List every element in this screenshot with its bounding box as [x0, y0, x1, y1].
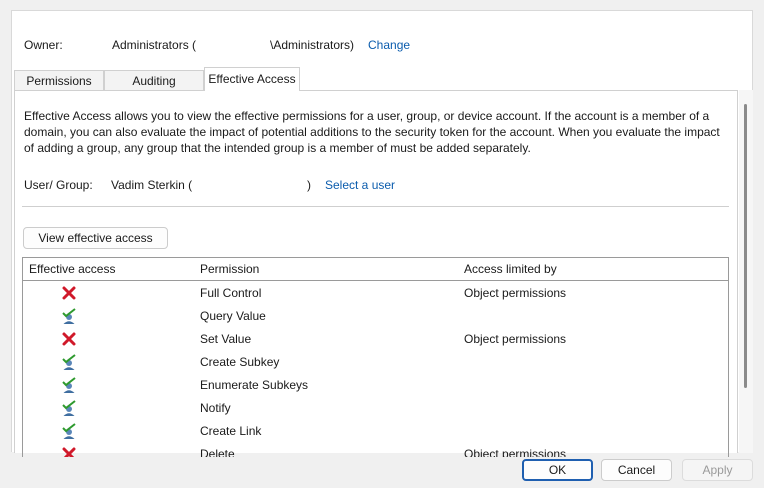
table-header: Effective access Permission Access limit… [23, 258, 728, 281]
red-x-icon [61, 446, 77, 457]
scrollbar-thumb[interactable] [744, 104, 747, 388]
owner-value-prefix: Administrators ( [112, 38, 197, 52]
tab-permissions[interactable]: Permissions [14, 70, 104, 91]
apply-button[interactable]: Apply [682, 459, 753, 481]
red-x-icon [61, 285, 77, 301]
user-check-icon [61, 423, 77, 439]
owner-label: Owner: [24, 38, 63, 52]
user-check-icon [61, 377, 77, 393]
permission-name: Create Subkey [200, 355, 280, 369]
cancel-button[interactable]: Cancel [601, 459, 672, 481]
red-x-icon [61, 331, 77, 347]
select-user-link[interactable]: Select a user [325, 178, 395, 192]
table-row[interactable]: Delete Object permissions [23, 443, 728, 457]
permission-name: Enumerate Subkeys [200, 378, 309, 392]
table-row[interactable]: Set Value Object permissions [23, 328, 728, 351]
permission-name: Notify [200, 401, 231, 415]
user-group-value-prefix: Vadim Sterkin ( [111, 178, 193, 192]
view-effective-access-button[interactable]: View effective access [23, 227, 168, 249]
access-limited-by: Object permissions [464, 286, 567, 300]
access-limited-by: Object permissions [464, 332, 567, 346]
owner-value-suffix: \Administrators) [270, 38, 355, 52]
table-row[interactable]: Notify [23, 397, 728, 420]
user-check-icon [61, 308, 77, 324]
permission-name: Query Value [200, 309, 266, 323]
permission-name: Create Link [200, 424, 262, 438]
ok-button[interactable]: OK [522, 459, 593, 481]
user-group-value-suffix: ) [307, 178, 311, 192]
user-group-label: User/ Group: [24, 178, 93, 192]
column-header-permission[interactable]: Permission [200, 262, 259, 276]
permission-name: Full Control [200, 286, 262, 300]
access-limited-by: Object permissions [464, 447, 567, 457]
effective-access-description: Effective Access allows you to view the … [24, 109, 720, 155]
user-group-row: User/ Group: Vadim Sterkin ( ) Select a … [24, 178, 524, 194]
tab-strip: Permissions Auditing Effective Access [14, 67, 754, 91]
effective-access-table: Effective access Permission Access limit… [22, 257, 729, 457]
table-row[interactable]: Full Control Object permissions [23, 282, 728, 305]
user-check-icon [61, 400, 77, 416]
permission-name: Set Value [200, 332, 252, 346]
tab-effective-access[interactable]: Effective Access [204, 67, 300, 91]
column-header-access-limited-by[interactable]: Access limited by [464, 262, 557, 276]
divider [22, 206, 729, 207]
table-row[interactable]: Create Link [23, 420, 728, 443]
permission-name: Delete [200, 447, 235, 457]
advanced-security-window: Owner: Administrators ( \Administrators)… [11, 10, 754, 457]
table-row[interactable]: Query Value [23, 305, 728, 328]
effective-access-panel: Effective Access allows you to view the … [14, 90, 738, 457]
tab-auditing[interactable]: Auditing [104, 70, 204, 91]
change-owner-link[interactable]: Change [368, 38, 410, 52]
panel-scrollbar[interactable] [739, 90, 753, 453]
column-header-effective-access[interactable]: Effective access [29, 262, 115, 276]
table-row[interactable]: Enumerate Subkeys [23, 374, 728, 397]
table-row[interactable]: Create Subkey [23, 351, 728, 374]
owner-row: Owner: Administrators ( \Administrators)… [24, 38, 524, 54]
user-check-icon [61, 354, 77, 370]
